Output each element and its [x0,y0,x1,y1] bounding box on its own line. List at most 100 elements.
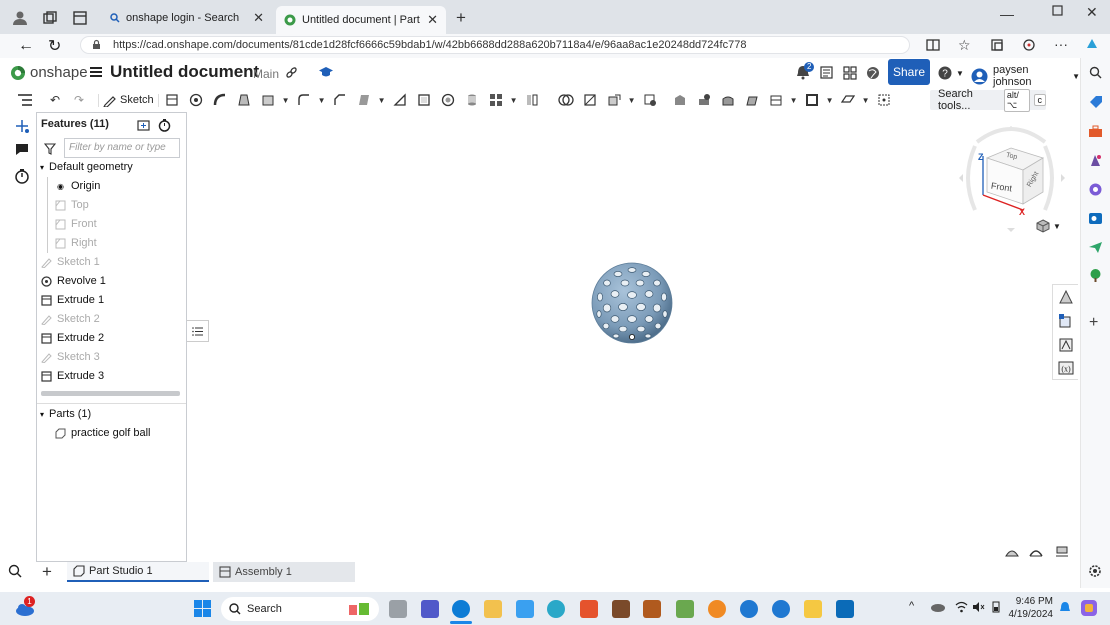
release-notes-icon[interactable] [820,66,833,79]
feature-sketch-1[interactable]: Sketch 1 [41,253,100,271]
fillet-icon[interactable] [293,90,315,110]
pattern-icon[interactable] [485,90,507,110]
chrome-like-icon[interactable] [547,600,565,618]
mass-properties-icon[interactable] [1058,337,1074,353]
collapse-panel-tab[interactable] [187,320,209,342]
undo-icon[interactable]: ↶ [44,90,66,110]
windows-start-icon[interactable] [194,600,211,617]
transform-icon[interactable] [603,90,625,110]
part-item[interactable]: practice golf ball [55,424,151,442]
copilot-sidebar-icon[interactable] [1088,182,1103,197]
feature-origin[interactable]: ◉ Origin [55,177,100,195]
tab-part-studio-1[interactable]: Part Studio 1 [67,562,209,582]
mydrive-icon[interactable] [516,600,534,618]
render-icon[interactable] [1055,545,1069,557]
maximize-button[interactable] [1052,5,1063,16]
game-app-icon[interactable] [612,600,630,618]
close-window-button[interactable]: ✕ [1086,4,1098,21]
teams-icon[interactable] [421,600,439,618]
app-c-icon[interactable] [836,600,854,618]
add-tab-button[interactable]: + [42,562,52,582]
shell-icon[interactable] [413,90,435,110]
sweep-icon[interactable] [209,90,231,110]
share-button[interactable]: Share [888,59,930,85]
surface-icon[interactable] [765,90,787,110]
chamfer-icon[interactable] [329,90,351,110]
tray-expand-icon[interactable]: ^ [909,600,914,612]
profile-icon[interactable] [12,10,28,26]
sheet-metal-hem-icon[interactable] [717,90,739,110]
learning-center-icon[interactable] [319,66,333,78]
app-store-icon[interactable] [843,66,857,80]
site-info-icon[interactable] [91,39,102,50]
dropdown-chevron-icon[interactable]: ▼ [377,90,387,110]
browser-tab-search[interactable]: onshape login - Search ✕ [102,6,272,30]
search-tools-field[interactable]: Search tools... alt/⌥ c [930,88,1046,112]
comments-icon[interactable] [14,142,30,156]
cylinder-icon[interactable] [461,90,483,110]
user-menu[interactable]: paysen johnson ▼ [971,64,1080,88]
clock-time[interactable]: 9:46 PM [1011,596,1053,607]
app-t-icon[interactable] [740,600,758,618]
frame-icon[interactable] [801,90,823,110]
filter-input[interactable]: Filter by name or type [64,138,180,158]
send-icon[interactable] [1088,240,1103,255]
sketch-button[interactable]: Sketch [98,93,159,107]
feature-sketch-2[interactable]: Sketch 2 [41,310,100,328]
file-explorer-store-icon[interactable] [484,600,502,618]
feature-front-plane[interactable]: Front [55,215,97,233]
rib-icon[interactable] [389,90,411,110]
rollback-bar[interactable] [41,391,180,396]
tab-actions-icon[interactable] [72,10,88,26]
revolve-icon[interactable] [185,90,207,110]
split-icon[interactable] [579,90,601,110]
view-options-dropdown[interactable]: ▼ [1036,219,1061,233]
clock-date[interactable]: 4/19/2024 [1005,609,1054,620]
golf-ball-model[interactable] [590,262,674,346]
minecraft-icon[interactable] [676,600,694,618]
browser-menu-icon[interactable]: ··· [1054,36,1068,52]
close-tab-icon[interactable]: ✕ [253,10,264,26]
measure-icon[interactable] [1005,545,1019,557]
hole-icon[interactable] [437,90,459,110]
dropdown-chevron-icon[interactable]: ▼ [281,90,291,110]
copilot-icon[interactable] [1084,36,1100,52]
dropdown-chevron-icon[interactable]: ▼ [627,90,637,110]
folder-icon[interactable] [804,600,822,618]
feature-extrude-1[interactable]: Extrude 1 [41,291,104,309]
plane-icon[interactable] [837,90,859,110]
rollback-stopwatch-icon[interactable] [158,118,171,132]
feature-right-plane[interactable]: Right [55,234,97,252]
thicken-icon[interactable] [257,90,279,110]
minimize-button[interactable]: — [1000,6,1014,22]
games-icon[interactable] [1088,153,1103,168]
wifi-icon[interactable] [955,601,968,613]
workspaces-icon[interactable] [42,10,58,26]
browser-tab-onshape[interactable]: Untitled document | Part Studio ✕ [276,6,446,34]
history-stopwatch-icon[interactable] [14,168,30,184]
edge-taskbar-icon[interactable] [452,600,470,618]
blender-icon[interactable] [708,600,726,618]
feature-list-toggle-icon[interactable] [14,90,36,110]
battery-icon[interactable] [990,601,1002,613]
default-geometry-group[interactable]: ▾ Default geometry [40,158,133,176]
toolbox-icon[interactable] [1088,124,1103,139]
split-screen-icon[interactable] [926,38,940,52]
draft-icon[interactable] [353,90,375,110]
feature-extrude-3[interactable]: Extrude 3 [41,367,104,385]
url-field[interactable]: https://cad.onshape.com/documents/81cde1… [80,36,910,54]
dropdown-chevron-icon[interactable]: ▼ [789,90,799,110]
appearance-icon[interactable] [1058,289,1074,305]
sidebar-settings-icon[interactable] [1088,564,1102,578]
loft-icon[interactable] [233,90,255,110]
feature-top-plane[interactable]: Top [55,196,89,214]
task-view-icon[interactable] [389,600,407,618]
onshape-logo[interactable]: onshape [10,64,88,81]
sidebar-search-icon[interactable] [1089,66,1102,79]
mate-connector-icon[interactable] [873,90,895,110]
taskbar-search-box[interactable]: Search [221,597,379,621]
add-folder-icon[interactable] [137,119,150,131]
sheet-metal-tab-icon[interactable] [741,90,763,110]
feature-sketch-3[interactable]: Sketch 3 [41,348,100,366]
tree-app-icon[interactable] [1088,268,1103,283]
